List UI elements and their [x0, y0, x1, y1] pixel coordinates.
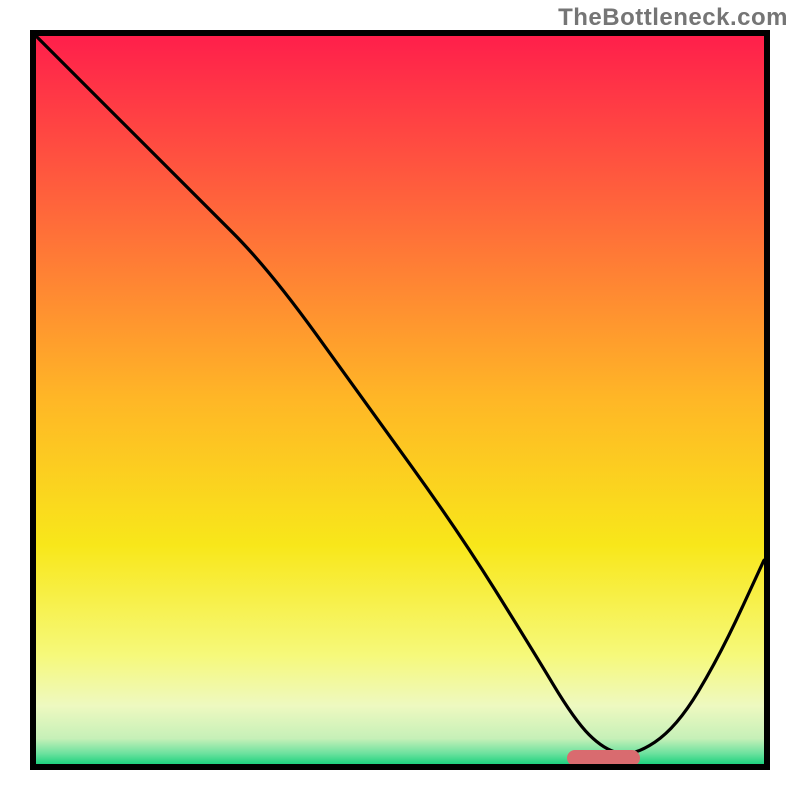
chart-svg [36, 36, 764, 764]
chart-container: TheBottleneck.com [0, 0, 800, 800]
watermark-text: TheBottleneck.com [558, 4, 788, 32]
optimal-range-marker [567, 750, 640, 766]
plot-area [30, 30, 770, 770]
